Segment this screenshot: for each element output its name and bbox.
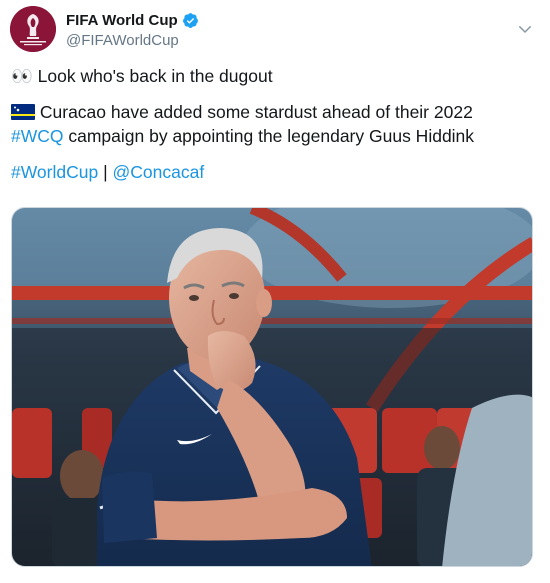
avatar[interactable] — [10, 6, 56, 52]
tweet-header: FIFA World Cup @FIFAWorldCup — [10, 6, 540, 52]
tweet-line-4: #WorldCup | @Concacaf — [11, 160, 536, 184]
tweet-line-1-text: Look who's back in the dugout — [37, 66, 273, 86]
display-name[interactable]: FIFA World Cup — [66, 12, 178, 29]
tweet-line-3-text: campaign by appointing the legendary Guu… — [63, 126, 475, 146]
verified-badge-icon — [182, 12, 198, 28]
tweet-text: 👀 Look who's back in the dugout Curacao … — [11, 64, 536, 184]
tweet-card[interactable]: FIFA World Cup @FIFAWorldCup 👀 Look who'… — [0, 0, 550, 583]
tweet-line-2-text: Curacao have added some stardust ahead o… — [39, 102, 473, 122]
separator: | — [98, 162, 113, 182]
eyes-emoji-icon: 👀 — [11, 66, 33, 86]
fifa-world-cup-logo-icon — [10, 6, 56, 52]
mention-concacaf-link[interactable]: @Concacaf — [113, 162, 205, 182]
tweet-line-2: Curacao have added some stardust ahead o… — [11, 100, 536, 124]
hashtag-wcq-link[interactable]: #WCQ — [11, 126, 64, 146]
tweet-photo[interactable] — [11, 207, 533, 567]
hashtag-worldcup-link[interactable]: #WorldCup — [11, 162, 98, 182]
photo-man-in-navy-polo-icon — [12, 208, 532, 566]
handle[interactable]: @FIFAWorldCup — [66, 32, 199, 49]
flag-of-curacao-icon — [11, 104, 35, 120]
chevron-down-icon[interactable] — [516, 20, 534, 38]
tweet-line-3: #WCQ campaign by appointing the legendar… — [11, 124, 536, 148]
tweet-line-1: 👀 Look who's back in the dugout — [11, 64, 536, 88]
